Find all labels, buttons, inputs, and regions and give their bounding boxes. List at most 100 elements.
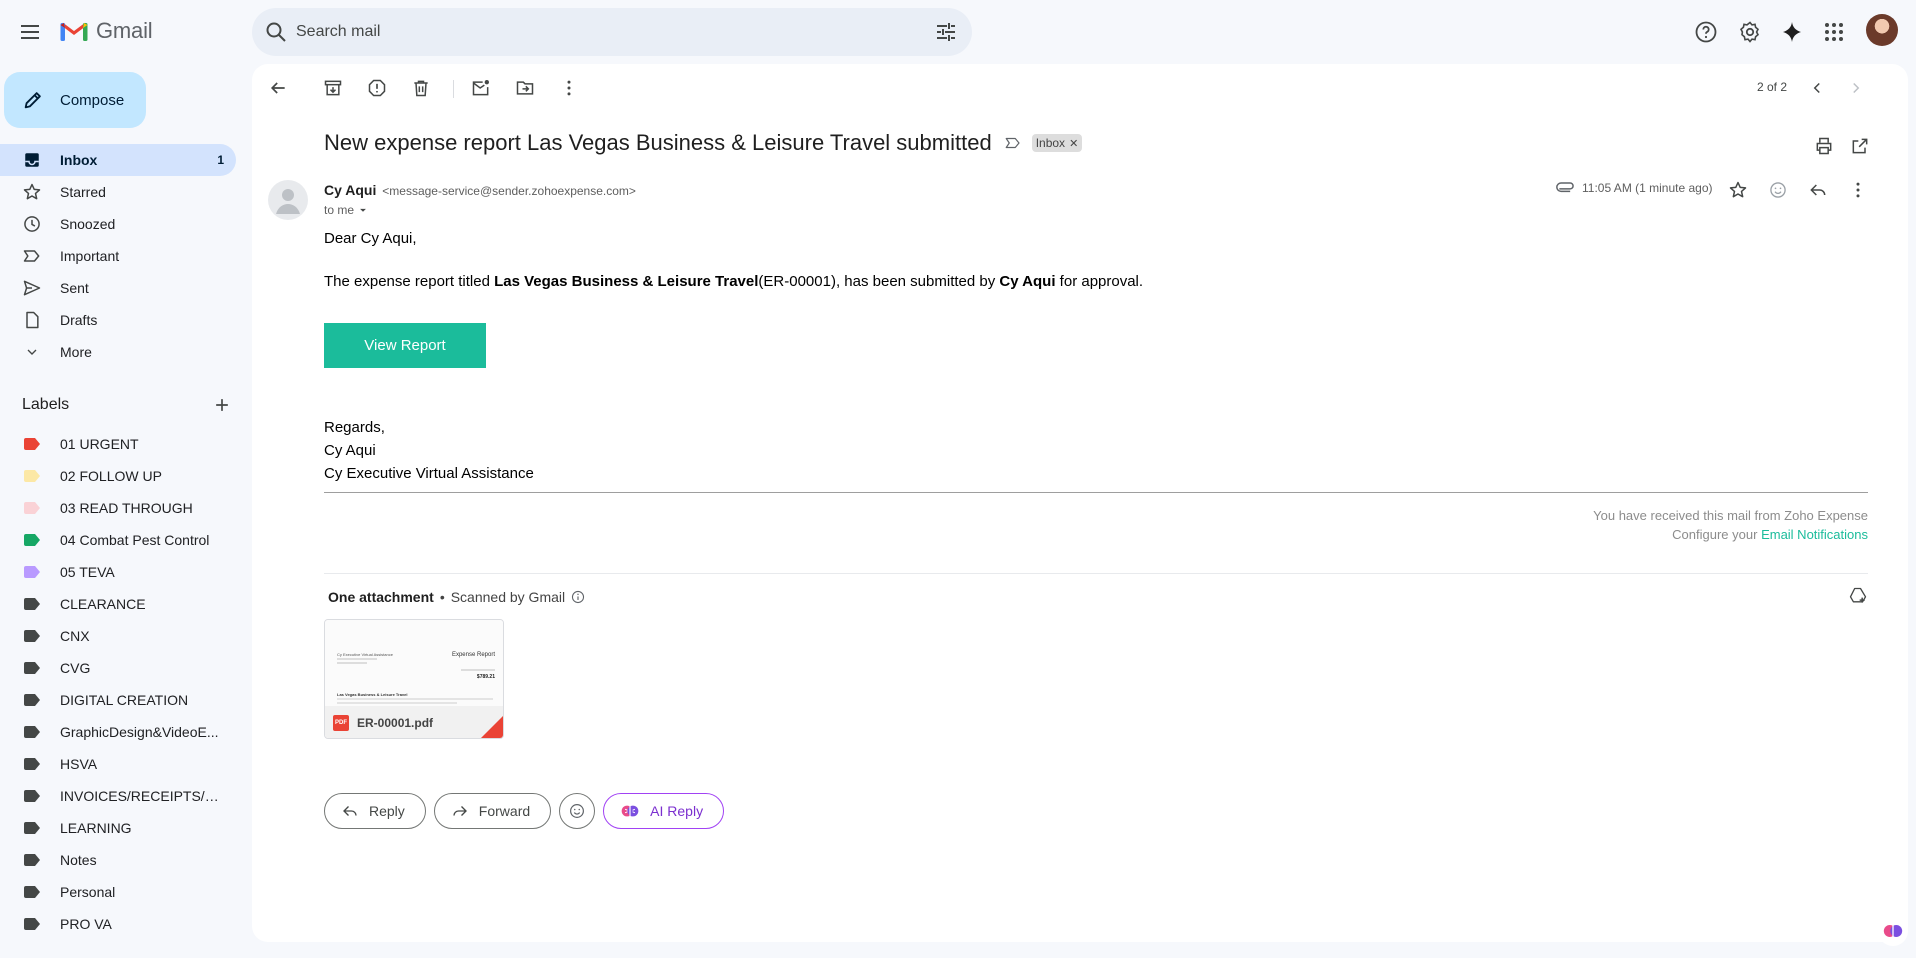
back-button[interactable] bbox=[262, 72, 294, 104]
label-name: CVG bbox=[60, 660, 91, 676]
label-item[interactable]: 03 READ THROUGH bbox=[0, 492, 236, 524]
add-reaction-button[interactable] bbox=[1764, 176, 1792, 204]
draft-icon bbox=[22, 310, 42, 330]
add-to-drive-button[interactable] bbox=[1848, 586, 1868, 606]
newer-button[interactable] bbox=[1801, 72, 1833, 104]
message-more-button[interactable] bbox=[1844, 176, 1872, 204]
page-fold-icon bbox=[481, 716, 503, 738]
brain-icon bbox=[1883, 925, 1903, 937]
compose-button[interactable]: Compose bbox=[4, 72, 146, 128]
nav-item-inbox[interactable]: Inbox 1 bbox=[0, 144, 236, 176]
attachment-card[interactable]: Cy Executive Virtual Assistance Expense … bbox=[324, 619, 504, 739]
star-button[interactable] bbox=[1724, 176, 1752, 204]
gemini-button[interactable] bbox=[1772, 12, 1812, 52]
search-options-icon[interactable] bbox=[934, 20, 958, 44]
scan-status: Scanned by Gmail bbox=[450, 589, 566, 605]
add-label-icon[interactable] bbox=[212, 395, 232, 415]
recipient-details[interactable]: to me bbox=[324, 203, 370, 217]
move-to-button[interactable] bbox=[509, 72, 541, 104]
nav-item-drafts[interactable]: Drafts bbox=[0, 304, 236, 336]
label-item[interactable]: CVG bbox=[0, 652, 236, 684]
reply-icon-button[interactable] bbox=[1804, 176, 1832, 204]
sender-name[interactable]: Cy Aqui bbox=[324, 182, 376, 198]
account-avatar[interactable] bbox=[1866, 14, 1898, 46]
label-item[interactable]: 04 Combat Pest Control bbox=[0, 524, 236, 556]
label-item[interactable]: PRO VA bbox=[0, 908, 236, 940]
open-new-window-button[interactable] bbox=[1844, 130, 1876, 162]
report-spam-button[interactable] bbox=[361, 72, 393, 104]
label-item[interactable]: DIGITAL CREATION bbox=[0, 684, 236, 716]
nav-item-starred[interactable]: Starred bbox=[0, 176, 236, 208]
label-name: 02 FOLLOW UP bbox=[60, 468, 162, 484]
emoji-icon bbox=[570, 804, 585, 818]
print-button[interactable] bbox=[1808, 130, 1840, 162]
forward-button[interactable]: Forward bbox=[433, 793, 552, 829]
message-view: 2 of 2 New expense report Las Vegas Busi… bbox=[252, 64, 1908, 942]
preview-company: Cy Executive Virtual Assistance bbox=[337, 652, 393, 657]
label-item[interactable]: Personal bbox=[0, 876, 236, 908]
emoji-reaction-button[interactable] bbox=[559, 793, 596, 829]
mark-unread-button[interactable] bbox=[465, 72, 497, 104]
support-button[interactable] bbox=[1686, 12, 1726, 52]
label-item[interactable]: Notes bbox=[0, 844, 236, 876]
nav-item-snoozed[interactable]: Snoozed bbox=[0, 208, 236, 240]
delete-button[interactable] bbox=[405, 72, 437, 104]
mark-email-unread-icon bbox=[472, 80, 489, 96]
main-menu-button[interactable] bbox=[10, 12, 50, 52]
info-icon[interactable] bbox=[571, 590, 585, 604]
email-notifications-link[interactable]: Email Notifications bbox=[1761, 527, 1868, 542]
star-outline-icon bbox=[1729, 181, 1747, 198]
inbox-chip[interactable]: Inbox ✕ bbox=[1031, 134, 1083, 152]
gmail-logo[interactable]: Gmail bbox=[60, 18, 153, 44]
view-report-button[interactable]: View Report bbox=[324, 323, 486, 368]
label-item[interactable]: CLEARANCE bbox=[0, 588, 236, 620]
label-tag-icon bbox=[24, 502, 40, 514]
label-item[interactable]: GraphicDesign&VideoE... bbox=[0, 716, 236, 748]
importance-marker-icon[interactable] bbox=[1004, 134, 1022, 152]
nav-item-sent[interactable]: Sent bbox=[0, 272, 236, 304]
search-icon[interactable] bbox=[264, 20, 288, 44]
submitter-name: Cy Aqui bbox=[999, 273, 1056, 290]
more-options-button[interactable] bbox=[553, 72, 585, 104]
ai-reply-label: AI Reply bbox=[650, 803, 704, 819]
chevron-left-icon bbox=[1813, 82, 1820, 94]
label-item[interactable]: HSVA bbox=[0, 748, 236, 780]
older-button[interactable] bbox=[1840, 72, 1872, 104]
search-input[interactable] bbox=[296, 18, 896, 46]
reply-icon bbox=[1810, 184, 1826, 196]
recipient-text: to me bbox=[324, 203, 355, 217]
bullet-separator: • bbox=[439, 589, 445, 605]
sender-email: <message-service@sender.zohoexpense.com> bbox=[382, 184, 636, 198]
apps-button[interactable] bbox=[1814, 12, 1854, 52]
label-item[interactable]: LEARNING bbox=[0, 812, 236, 844]
apps-grid-icon bbox=[1825, 23, 1843, 41]
top-bar: Gmail bbox=[0, 0, 1916, 64]
reply-button[interactable]: Reply bbox=[324, 793, 426, 829]
label-item[interactable]: 02 FOLLOW UP bbox=[0, 460, 236, 492]
label-tag-icon bbox=[24, 630, 40, 642]
sender-avatar[interactable] bbox=[268, 180, 308, 220]
label-item[interactable]: 05 TEVA bbox=[0, 556, 236, 588]
ai-reply-button[interactable]: AI Reply bbox=[603, 793, 725, 829]
label-item[interactable]: INVOICES/RECEIPTS/BIL... bbox=[0, 780, 236, 812]
search-bar[interactable] bbox=[252, 8, 972, 56]
clock-icon bbox=[22, 214, 42, 234]
preview-line bbox=[337, 698, 493, 700]
body-text: for approval. bbox=[1055, 273, 1144, 290]
drive-add-icon bbox=[1849, 587, 1867, 603]
remove-label-icon[interactable]: ✕ bbox=[1069, 137, 1078, 150]
label-name: DIGITAL CREATION bbox=[60, 692, 189, 708]
message-meta: 11:05 AM (1 minute ago) bbox=[1556, 181, 1713, 195]
label-name: LEARNING bbox=[60, 820, 132, 836]
ai-assistant-button[interactable] bbox=[1878, 916, 1908, 946]
settings-button[interactable] bbox=[1730, 12, 1770, 52]
label-item[interactable]: CNX bbox=[0, 620, 236, 652]
label-item[interactable]: 01 URGENT bbox=[0, 428, 236, 460]
pencil-icon bbox=[24, 92, 41, 109]
archive-button[interactable] bbox=[317, 72, 349, 104]
nav-item-more[interactable]: More bbox=[0, 336, 236, 368]
label-tag-icon bbox=[24, 694, 40, 706]
preview-line bbox=[337, 702, 457, 704]
nav-item-important[interactable]: Important bbox=[0, 240, 236, 272]
footer-note-line1: You have received this mail from Zoho Ex… bbox=[1593, 508, 1868, 523]
